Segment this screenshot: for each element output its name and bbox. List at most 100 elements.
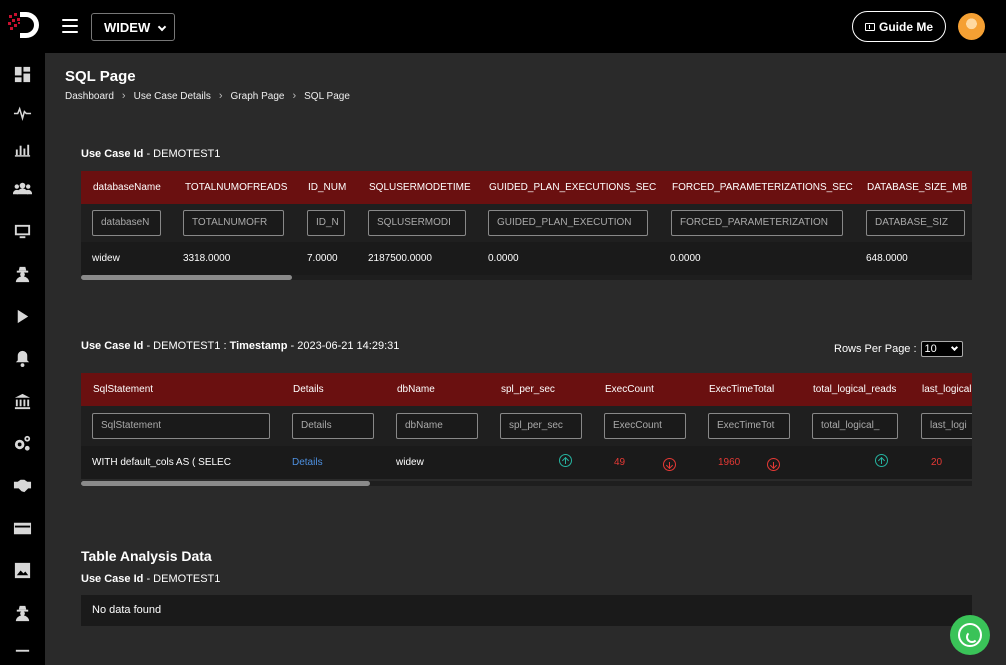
table1-caption: Use Case Id - DEMOTEST1 bbox=[81, 148, 220, 160]
filter-input[interactable]: total_logical_ bbox=[812, 413, 898, 439]
timestamp-label: Timestamp bbox=[229, 340, 288, 352]
col-totalnumofreads[interactable]: TOTALNUMOFREADS bbox=[185, 171, 287, 204]
guide-me-button[interactable]: Guide Me bbox=[852, 11, 946, 42]
database-select-value: WIDEW bbox=[104, 20, 151, 35]
sql-statements-table: SqlStatement Details dbName spl_per_sec … bbox=[81, 373, 972, 489]
chevron-right-icon: › bbox=[121, 90, 126, 102]
col-sqlusermodetime[interactable]: SQLUSERMODETIME bbox=[369, 171, 471, 204]
metrics-table: databaseName TOTALNUMOFREADS ID_NUM SQLU… bbox=[81, 171, 972, 281]
cell-dbname: widew bbox=[396, 457, 424, 468]
filter-row: databaseN TOTALNUMOFR ID_N SQLUSERMODI G… bbox=[81, 204, 972, 242]
page-title: SQL Page bbox=[65, 68, 136, 85]
gears-icon[interactable] bbox=[12, 433, 33, 454]
table2-caption: Use Case Id - DEMOTEST1 : Timestamp - 20… bbox=[81, 340, 399, 352]
filter-input[interactable]: TOTALNUMOFR bbox=[183, 210, 284, 236]
arrow-up-circle-icon bbox=[559, 454, 572, 467]
bell-icon[interactable] bbox=[12, 348, 33, 369]
cell-sqlstatement: WITH default_cols AS ( SELEC bbox=[92, 457, 231, 468]
sidebar bbox=[0, 53, 45, 665]
filter-input[interactable]: Details bbox=[292, 413, 374, 439]
filter-input[interactable]: ID_N bbox=[307, 210, 345, 236]
horizontal-scrollbar[interactable] bbox=[81, 275, 292, 280]
table2-caption-value: - DEMOTEST1 : bbox=[146, 340, 227, 352]
filter-input[interactable]: last_logi bbox=[921, 413, 972, 439]
cell-forced-param: 0.0000 bbox=[670, 253, 701, 264]
col-total-logical-reads[interactable]: total_logical_reads bbox=[813, 373, 896, 406]
breadcrumb-graph-page[interactable]: Graph Page bbox=[231, 91, 285, 102]
image-icon[interactable] bbox=[12, 560, 33, 581]
horizontal-scrollbar[interactable] bbox=[81, 481, 370, 486]
col-forced-param[interactable]: FORCED_PARAMETERIZATIONS_SEC bbox=[672, 171, 853, 204]
col-guided-plan[interactable]: GUIDED_PLAN_EXECUTIONS_SEC bbox=[489, 171, 656, 204]
col-spl-per-sec[interactable]: spl_per_sec bbox=[501, 373, 555, 406]
database-select[interactable]: WIDEW bbox=[91, 13, 175, 41]
table-row: WITH default_cols AS ( SELEC Details wid… bbox=[81, 446, 972, 479]
users-icon[interactable] bbox=[12, 178, 33, 199]
cell-databasename: widew bbox=[92, 253, 120, 264]
filter-input[interactable]: databaseN bbox=[92, 210, 161, 236]
col-databasename[interactable]: databaseName bbox=[93, 171, 161, 204]
handshake-icon[interactable] bbox=[12, 475, 33, 496]
breadcrumb-use-case-details[interactable]: Use Case Details bbox=[134, 91, 211, 102]
whatsapp-chat-button[interactable] bbox=[950, 615, 990, 655]
more-icon[interactable] bbox=[12, 645, 33, 665]
arrow-down-circle-icon bbox=[767, 458, 780, 471]
col-exectimetotal[interactable]: ExecTimeTotal bbox=[709, 373, 774, 406]
col-details[interactable]: Details bbox=[293, 373, 324, 406]
chevron-down-icon bbox=[950, 343, 958, 352]
empty-state: No data found bbox=[81, 595, 972, 626]
play-icon[interactable] bbox=[12, 306, 33, 327]
col-database-size[interactable]: DATABASE_SIZE_MB bbox=[867, 171, 967, 204]
table1-caption-label: Use Case Id bbox=[81, 148, 144, 160]
guide-me-label: Guide Me bbox=[878, 19, 933, 34]
rows-per-page-label: Rows Per Page : bbox=[834, 343, 917, 355]
filter-input[interactable]: spl_per_sec bbox=[500, 413, 582, 439]
bank-icon[interactable] bbox=[12, 391, 33, 412]
avatar[interactable] bbox=[958, 13, 985, 40]
chevron-down-icon bbox=[157, 22, 167, 32]
cell-totalnumofreads: 3318.0000 bbox=[183, 253, 231, 264]
rows-per-page-select[interactable]: 10 bbox=[920, 341, 963, 357]
col-dbname[interactable]: dbName bbox=[397, 373, 435, 406]
agent2-icon[interactable] bbox=[12, 603, 33, 624]
cell-sqlusermodetime: 2187500.0000 bbox=[368, 253, 432, 264]
details-link[interactable]: Details bbox=[292, 446, 323, 479]
monitor-icon[interactable] bbox=[12, 221, 33, 242]
pulse-icon[interactable] bbox=[12, 103, 33, 124]
table-header: SqlStatement Details dbName spl_per_sec … bbox=[81, 373, 972, 406]
breadcrumb: Dashboard › Use Case Details › Graph Pag… bbox=[65, 90, 350, 102]
dashboard-icon[interactable] bbox=[12, 64, 33, 85]
arrow-down-circle-icon bbox=[663, 458, 676, 471]
col-last-logical[interactable]: last_logical bbox=[922, 373, 971, 406]
filter-input[interactable]: ExecCount bbox=[604, 413, 686, 439]
filter-input[interactable]: dbName bbox=[396, 413, 478, 439]
breadcrumb-dashboard[interactable]: Dashboard bbox=[65, 91, 114, 102]
app-logo-icon[interactable] bbox=[6, 8, 40, 42]
col-sqlstatement[interactable]: SqlStatement bbox=[93, 373, 153, 406]
table1-caption-value: - DEMOTEST1 bbox=[146, 148, 221, 160]
filter-input[interactable]: GUIDED_PLAN_EXECUTION bbox=[488, 210, 648, 236]
menu-toggle-icon[interactable] bbox=[62, 19, 78, 33]
filter-input[interactable]: SQLUSERMODI bbox=[368, 210, 466, 236]
bar-chart-icon[interactable] bbox=[12, 139, 33, 160]
timestamp-value: - 2023-06-21 14:29:31 bbox=[290, 340, 400, 352]
filter-input[interactable]: ExecTimeTot bbox=[708, 413, 790, 439]
table-analysis-caption-value: - DEMOTEST1 bbox=[146, 573, 221, 585]
book-icon bbox=[864, 22, 875, 31]
col-id-num[interactable]: ID_NUM bbox=[308, 171, 346, 204]
cell-execcount: 49 bbox=[614, 457, 626, 468]
agent-icon[interactable] bbox=[12, 264, 33, 285]
cell-last-logical: 20 bbox=[931, 457, 943, 468]
cell-guided-plan: 0.0000 bbox=[488, 253, 519, 264]
chevron-right-icon: › bbox=[218, 90, 223, 102]
filter-input[interactable]: SqlStatement bbox=[92, 413, 270, 439]
filter-input[interactable]: FORCED_PARAMETERIZATION bbox=[671, 210, 843, 236]
cell-database-size: 648.0000 bbox=[866, 253, 908, 264]
chevron-right-icon: › bbox=[292, 90, 297, 102]
table-row: widew 3318.0000 7.0000 2187500.0000 0.00… bbox=[81, 242, 972, 275]
rows-per-page: Rows Per Page : 10 bbox=[834, 341, 963, 357]
cell-exectimetotal: 1960 bbox=[718, 457, 741, 468]
credit-card-icon[interactable] bbox=[12, 518, 33, 539]
col-execcount[interactable]: ExecCount bbox=[605, 373, 654, 406]
filter-input[interactable]: DATABASE_SIZ bbox=[866, 210, 965, 236]
